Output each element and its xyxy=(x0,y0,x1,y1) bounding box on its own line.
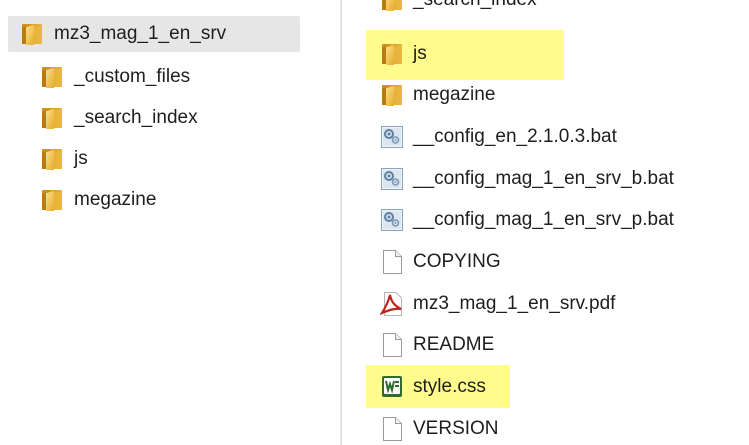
blank-file-icon xyxy=(380,416,404,442)
file-item-label: README xyxy=(413,334,495,355)
file-list: _search_index js megazine __config_en_2.… xyxy=(342,0,749,445)
file-item-label: mz3_mag_1_en_srv.pdf xyxy=(413,293,616,314)
blank-file-icon xyxy=(380,332,404,358)
navigation-pane: mz3_mag_1_en_srv _custom_files _search_i… xyxy=(0,0,340,445)
file-item-label: __config_mag_1_en_srv_p.bat xyxy=(413,209,674,230)
tree-item-label: _search_index xyxy=(74,107,198,128)
file-item-label: style.css xyxy=(413,376,486,397)
file-item-copying[interactable]: COPYING xyxy=(380,245,501,279)
file-item-js[interactable]: js xyxy=(380,37,427,71)
tree-item-search-index[interactable]: _search_index xyxy=(40,101,198,135)
folder-icon xyxy=(380,41,404,67)
tree-item-root[interactable]: mz3_mag_1_en_srv xyxy=(8,16,300,52)
file-item-config-en[interactable]: __config_en_2.1.0.3.bat xyxy=(380,120,617,154)
file-item-label: _search_index xyxy=(413,0,537,11)
tree-item-js[interactable]: js xyxy=(40,142,88,176)
tree-item-megazine[interactable]: megazine xyxy=(40,183,156,217)
file-item-version[interactable]: VERSION xyxy=(380,412,499,445)
folder-icon xyxy=(40,188,64,212)
file-item-config-mag-p[interactable]: __config_mag_1_en_srv_p.bat xyxy=(380,203,674,237)
batch-file-icon xyxy=(380,166,404,192)
word-document-icon xyxy=(380,374,404,400)
file-item-search-index[interactable]: _search_index xyxy=(380,0,537,17)
batch-file-icon xyxy=(380,124,404,150)
file-item-label: megazine xyxy=(413,84,496,105)
file-item-readme[interactable]: README xyxy=(380,328,494,362)
tree-item-custom-files[interactable]: _custom_files xyxy=(40,60,190,94)
tree-item-label: megazine xyxy=(74,189,157,210)
folder-icon xyxy=(20,22,44,46)
folder-icon xyxy=(380,82,404,108)
batch-file-icon xyxy=(380,207,404,233)
pdf-file-icon xyxy=(380,291,404,317)
tree-item-label: _custom_files xyxy=(74,66,191,87)
file-item-config-mag-b[interactable]: __config_mag_1_en_srv_b.bat xyxy=(380,162,674,196)
file-item-megazine[interactable]: megazine xyxy=(380,78,495,112)
explorer-window: mz3_mag_1_en_srv _custom_files _search_i… xyxy=(0,0,749,445)
folder-icon xyxy=(40,106,64,130)
file-item-label: __config_mag_1_en_srv_b.bat xyxy=(413,168,674,189)
file-item-style-css[interactable]: style.css xyxy=(380,370,486,404)
tree-item-label: mz3_mag_1_en_srv xyxy=(54,23,227,44)
file-item-label: js xyxy=(413,43,427,64)
file-item-label: __config_en_2.1.0.3.bat xyxy=(413,126,617,147)
file-item-label: VERSION xyxy=(413,418,499,439)
file-item-label: COPYING xyxy=(413,251,501,272)
folder-icon xyxy=(40,147,64,171)
folder-icon xyxy=(40,65,64,89)
blank-file-icon xyxy=(380,249,404,275)
tree-item-label: js xyxy=(74,148,88,169)
folder-icon xyxy=(380,0,404,13)
file-item-pdf[interactable]: mz3_mag_1_en_srv.pdf xyxy=(380,287,615,321)
